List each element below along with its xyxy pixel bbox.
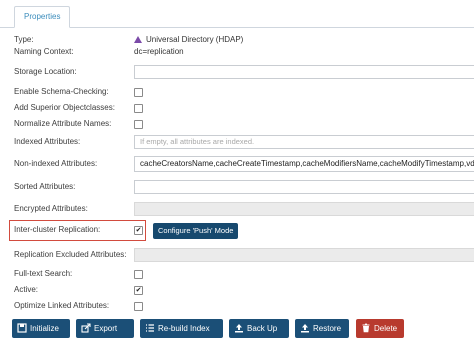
optimize-linked-label: Optimize Linked Attributes: [14,301,110,310]
directory-type-icon [134,36,142,43]
save-disk-icon [17,323,27,333]
inter-cluster-row: Inter-cluster Replication: ✔ [14,221,474,239]
active-checkbox[interactable]: ✔ [134,286,143,295]
superior-objectclasses-checkbox[interactable] [134,104,143,113]
export-icon [81,323,91,333]
initialize-button[interactable]: Initialize [12,319,70,338]
sorted-attributes-row: Sorted Attributes: [14,178,474,196]
restore-label: Restore [313,324,342,333]
export-label: Export [94,324,118,333]
encrypted-attributes-row: Encrypted Attributes: [14,200,474,218]
export-button[interactable]: Export [76,319,134,338]
tab-bar: Properties [0,0,474,28]
indexed-attributes-input[interactable]: If empty, all attributes are indexed. [134,135,474,149]
storage-location-row: Storage Location: [14,63,474,81]
naming-context-label: Naming Context: [14,47,74,56]
indexed-attributes-row: Indexed Attributes: If empty, all attrib… [14,133,474,151]
initialize-label: Initialize [30,324,59,333]
rebuild-index-label: Re-build Index [158,324,210,333]
upload-icon [300,323,310,333]
storage-location-input[interactable] [134,65,474,79]
delete-button[interactable]: Delete [356,319,404,338]
back-up-label: Back Up [247,324,278,333]
non-indexed-attributes-row: Non-indexed Attributes: cacheCreatorsNam… [14,155,474,173]
back-up-button[interactable]: Back Up [229,319,289,338]
delete-label: Delete [374,324,398,333]
normalize-attributes-label: Normalize Attribute Names: [14,119,112,128]
normalize-attributes-row: Normalize Attribute Names: [14,115,474,133]
normalize-attributes-checkbox[interactable] [134,120,143,129]
rebuild-index-button[interactable]: Re-build Index [140,319,223,338]
naming-context-row: Naming Context: dc=replication [14,43,474,61]
encrypted-attributes-input [134,202,474,216]
storage-location-label: Storage Location: [14,67,77,76]
replication-excluded-row: Replication Excluded Attributes: [14,246,474,264]
inter-cluster-label: Inter-cluster Replication: [14,225,101,234]
upload-icon [234,323,244,333]
encrypted-attributes-label: Encrypted Attributes: [14,204,88,213]
non-indexed-attributes-input[interactable]: cacheCreatorsName,cacheCreateTimestamp,c… [134,156,474,172]
tab-properties[interactable]: Properties [14,6,71,28]
naming-context-value: dc=replication [134,47,184,56]
configure-push-mode-button[interactable]: Configure 'Push' Mode [153,223,239,239]
non-indexed-attributes-label: Non-indexed Attributes: [14,159,98,168]
trash-icon [361,323,371,333]
list-icon [145,323,155,333]
restore-button[interactable]: Restore [295,319,349,338]
full-text-search-checkbox[interactable] [134,270,143,279]
schema-checking-checkbox[interactable] [134,88,143,97]
replication-excluded-input [134,248,474,262]
optimize-linked-row: Optimize Linked Attributes: [14,297,474,315]
replication-excluded-label: Replication Excluded Attributes: [14,250,127,259]
indexed-attributes-label: Indexed Attributes: [14,137,81,146]
sorted-attributes-label: Sorted Attributes: [14,182,76,191]
optimize-linked-checkbox[interactable] [134,302,143,311]
sorted-attributes-input[interactable] [134,180,474,194]
inter-cluster-checkbox[interactable]: ✔ [134,226,143,235]
